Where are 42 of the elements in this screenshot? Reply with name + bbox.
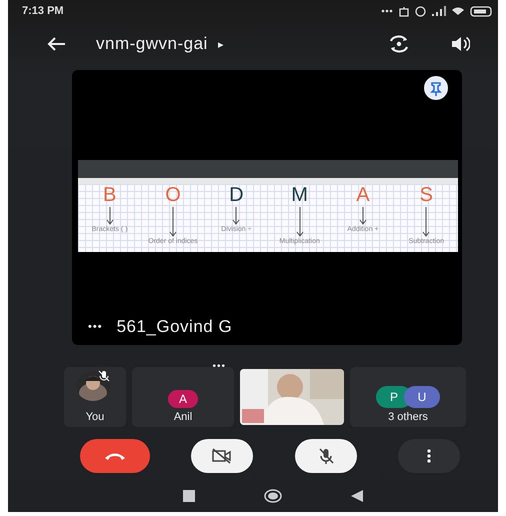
speaker-icon[interactable] <box>450 35 470 53</box>
participant-name: You <box>86 411 104 423</box>
slide-letter: S <box>420 184 433 206</box>
slide-letter: O <box>165 184 181 206</box>
phone-hangup-icon <box>103 451 127 461</box>
down-arrow-icon <box>232 207 240 225</box>
down-arrow-icon <box>168 207 177 237</box>
expand-glyph[interactable]: ▸ <box>218 38 224 50</box>
down-arrow-icon <box>296 207 304 237</box>
recent-apps-icon[interactable] <box>182 490 195 502</box>
more-vertical-icon <box>426 449 431 463</box>
wifi-icon <box>452 7 464 15</box>
end-call-button[interactable] <box>80 439 150 473</box>
down-arrow-icon <box>106 207 114 225</box>
participant-name: 3 others <box>388 411 428 423</box>
avatar: U <box>404 386 440 408</box>
more-options-glyph[interactable]: ••• <box>88 321 103 333</box>
down-arrow-icon <box>422 207 430 237</box>
pin-icon[interactable] <box>424 76 448 100</box>
back-arrow-icon[interactable] <box>46 36 66 52</box>
participant-name: Anil <box>174 411 192 423</box>
signal-icon <box>432 6 446 16</box>
slide-letter: B <box>102 184 116 206</box>
camera-off-icon <box>211 448 234 464</box>
participant-name: 561_Govind G <box>116 317 232 337</box>
avatar: A <box>168 390 198 408</box>
camera-toggle-button[interactable] <box>191 439 254 473</box>
switch-camera-icon[interactable] <box>388 35 410 53</box>
participant-tile[interactable]: P U 3 others <box>350 367 466 427</box>
participant-tile[interactable]: You <box>64 367 126 427</box>
battery-icon <box>470 6 492 16</box>
slide-letter: D <box>229 184 244 206</box>
mic-toggle-button[interactable] <box>294 439 357 473</box>
meeting-code[interactable]: vnm-gwvn-gai <box>96 34 208 54</box>
status-time: 7:13 PM <box>22 5 64 17</box>
home-icon[interactable] <box>264 489 282 503</box>
slide-letter: A <box>356 184 370 206</box>
mic-off-icon <box>316 447 335 465</box>
slide-letter: M <box>291 184 308 206</box>
back-icon[interactable] <box>351 490 364 502</box>
more-notifications-icon <box>381 9 393 13</box>
down-arrow-icon <box>358 207 367 225</box>
